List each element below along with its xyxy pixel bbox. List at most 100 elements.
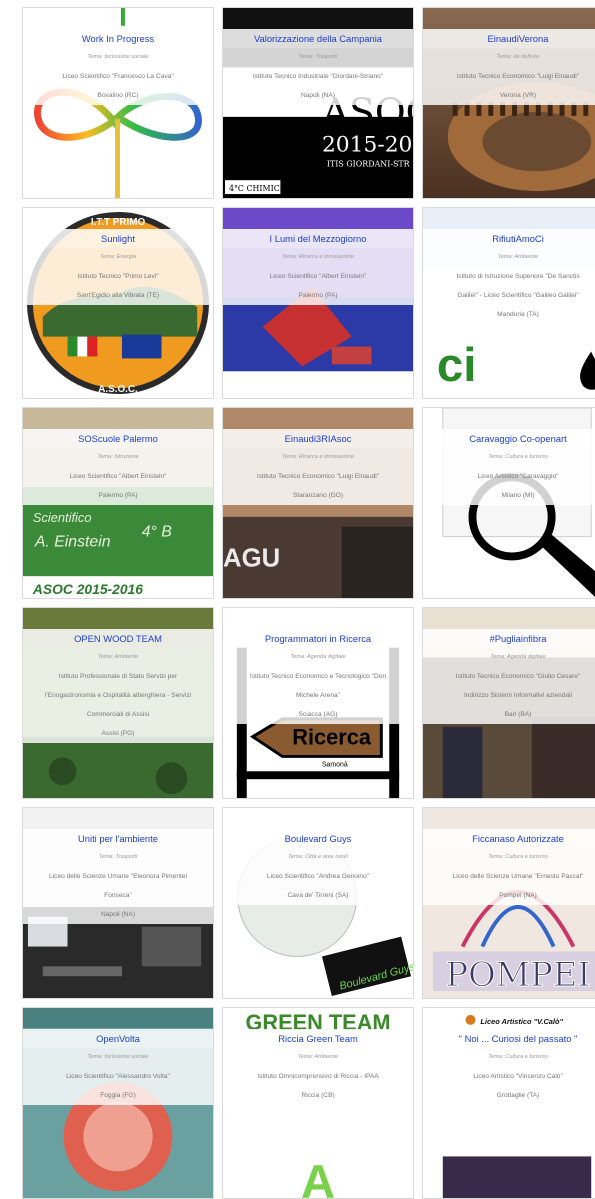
- project-theme: Tema: Agenda digitale: [423, 648, 595, 667]
- card-info: EinaudiVerona Tema: da definire Istituto T…: [423, 29, 595, 105]
- school-name: Fonseca": [23, 886, 213, 905]
- project-theme: Tema: Cultura e turismo: [423, 448, 595, 467]
- project-card[interactable]: Scientifico A. Einstein 4° B ASOC 2015-2…: [22, 407, 214, 599]
- card-info: Boulevard Guys Tema: Città e aree rurali L…: [223, 829, 413, 905]
- svg-text:A: A: [301, 1156, 335, 1198]
- school-name: Liceo Scientifico "Albert Einstein": [23, 467, 213, 486]
- card-info: RifiutiAmoCi Tema: Ambiente Istituto di Is…: [423, 229, 595, 324]
- project-card[interactable]: ci RifiutiAmoCi Tema: Ambiente Istituto di…: [422, 207, 595, 399]
- project-location: Bovalino (RC): [23, 86, 213, 105]
- project-card[interactable]: ASOC 2015-20 ITIS GIORDANI-STR 4°C CHIMI…: [222, 7, 414, 199]
- project-title[interactable]: Einaudi3RIAsoc: [223, 429, 413, 448]
- school-name: Galilei" - Liceo Scientifico "Galileo Ga…: [423, 286, 595, 305]
- card-info: Einaudi3RIAsoc Tema: Ricerca e innovazion…: [223, 429, 413, 505]
- project-card[interactable]: #Pugliainfibra Tema: Agenda digitale Istit…: [422, 607, 595, 799]
- project-title[interactable]: EinaudiVerona: [423, 29, 595, 48]
- project-card[interactable]: EinaudiVerona Tema: da definire Istituto T…: [422, 7, 595, 199]
- project-title[interactable]: Valorizzazione della Campania: [223, 29, 413, 48]
- project-card[interactable]: Uniti per l'ambiente Tema: Trasporti Liceo…: [22, 807, 214, 999]
- project-theme: Tema: Istruzione: [23, 448, 213, 467]
- school-name: Commerciali di Assisi: [23, 705, 213, 724]
- project-title[interactable]: Uniti per l'ambiente: [23, 829, 213, 848]
- project-location: Grottaglie (TA): [423, 1086, 595, 1105]
- project-location: Napoli (NA): [223, 86, 413, 105]
- project-card[interactable]: Boulevard Guys Boulevard Guys Tema: Città …: [222, 807, 414, 999]
- school-name: Liceo Scientifico "Andrea Genoino": [223, 867, 413, 886]
- project-theme: Tema: Cultura e turismo: [423, 1048, 595, 1067]
- project-card[interactable]: GREEN TEAM A Riccia Green Team Tema: Ambie…: [222, 1007, 414, 1199]
- school-name: Istituto Tecnico Industriale "Giordani-S…: [223, 67, 413, 86]
- school-name: Istituto Omnicomprensivo di Riccia - IPA…: [223, 1067, 413, 1086]
- project-title[interactable]: Programmatori in Ricerca: [223, 629, 413, 648]
- project-title[interactable]: Riccia Green Team: [223, 1029, 413, 1048]
- project-title[interactable]: Ficcanaso Autorizzate: [423, 829, 595, 848]
- svg-text:A.S.O.C.: A.S.O.C.: [98, 384, 138, 395]
- card-info: Valorizzazione della Campania Tema: Trasp…: [223, 29, 413, 105]
- project-location: Palermo (PA): [23, 486, 213, 505]
- svg-text:2015-20: 2015-20: [322, 132, 412, 157]
- project-card[interactable]: POMPEI Ficcanaso Autorizzate Tema: Cultura…: [422, 807, 595, 999]
- project-card[interactable]: Ricerca Samonà Programmatori in Ricerca Te…: [222, 607, 414, 799]
- svg-text:Ricerca: Ricerca: [292, 725, 372, 750]
- project-title[interactable]: Caravaggio Co-openart: [423, 429, 595, 448]
- card-info: OpenVolta Tema: Inclusione sociale Liceo S…: [23, 1029, 213, 1105]
- svg-text:AGU: AGU: [223, 544, 280, 572]
- project-title[interactable]: #Pugliainfibra: [423, 629, 595, 648]
- project-theme: Tema: Ricerca e innovazione: [223, 448, 413, 467]
- project-title[interactable]: Work In Progress: [23, 29, 213, 48]
- project-card[interactable]: Work In Progress Tema: Inclusione sociale…: [22, 7, 214, 199]
- svg-text:4°C CHIMICA: 4°C CHIMICA: [229, 184, 286, 193]
- card-info: I Lumi del Mezzogiorno Tema: Ricerca e in…: [223, 229, 413, 305]
- school-name: Liceo Artistico "Vincenzo Calò": [423, 1067, 595, 1086]
- project-card[interactable]: OPEN WOOD TEAM Tema: Ambiente Istituto Pro…: [22, 607, 214, 799]
- project-theme: Tema: da definire: [423, 48, 595, 67]
- school-name: Istituto di Istruzione Superiore "De San…: [423, 267, 595, 286]
- project-card[interactable]: I.T.T PRIMO A.S.O.C. Sunlight Tema: Energi…: [22, 207, 214, 399]
- project-title[interactable]: " Noi ... Curiosi del passato ": [423, 1029, 595, 1048]
- project-title[interactable]: SOScuole Palermo: [23, 429, 213, 448]
- card-info: Programmatori in Ricerca Tema: Agenda dig…: [223, 629, 413, 724]
- svg-text:Scientifico: Scientifico: [33, 510, 92, 525]
- school-name: l'Enogastronomia e Ospitalità alberghier…: [23, 686, 213, 705]
- card-info: Ficcanaso Autorizzate Tema: Cultura e tur…: [423, 829, 595, 905]
- project-card[interactable]: Liceo Artistico "V.Calò" " Noi ... Curio…: [422, 1007, 595, 1199]
- card-info: Sunlight Tema: Energia Istituto Tecnico "P…: [23, 229, 213, 305]
- card-info: #Pugliainfibra Tema: Agenda digitale Istit…: [423, 629, 595, 724]
- school-name: Michele Arena": [223, 686, 413, 705]
- card-info: SOScuole Palermo Tema: Istruzione Liceo Sc…: [23, 429, 213, 505]
- svg-text:ci: ci: [437, 339, 477, 392]
- project-theme: Tema: Energia: [23, 248, 213, 267]
- project-title[interactable]: Boulevard Guys: [223, 829, 413, 848]
- project-card[interactable]: Caravaggio Co-openart Tema: Cultura e tur…: [422, 407, 595, 599]
- project-location: Foggia (FG): [23, 1086, 213, 1105]
- school-name: Istituto Tecnico Economico e Tecnologico…: [223, 667, 413, 686]
- project-theme: Tema: Ambiente: [223, 1048, 413, 1067]
- project-location: Assisi (PG): [23, 724, 213, 743]
- project-location: Staranzano (GO): [223, 486, 413, 505]
- project-card[interactable]: OpenVolta Tema: Inclusione sociale Liceo S…: [22, 1007, 214, 1199]
- project-location: Palermo (PA): [223, 286, 413, 305]
- project-title[interactable]: OPEN WOOD TEAM: [23, 629, 213, 648]
- project-theme: Tema: Ricerca e innovazione: [223, 248, 413, 267]
- project-title[interactable]: RifiutiAmoCi: [423, 229, 595, 248]
- school-name: Istituto Professionale di Stato Servizi …: [23, 667, 213, 686]
- school-name: Liceo Scientifico "Albert Einstein": [223, 267, 413, 286]
- school-name: Liceo delle Scienze Umane "Ernesto Pasca…: [423, 867, 595, 886]
- project-theme: Tema: Inclusione sociale: [23, 48, 213, 67]
- school-name: Liceo Artistico "Caravaggio": [423, 467, 595, 486]
- project-card[interactable]: I Lumi del Mezzogiorno Tema: Ricerca e in…: [222, 207, 414, 399]
- project-card-grid: Work In Progress Tema: Inclusione sociale…: [0, 0, 595, 1199]
- svg-text:I.T.T PRIMO: I.T.T PRIMO: [91, 217, 146, 228]
- project-location: Riccia (CB): [223, 1086, 413, 1105]
- project-theme: Tema: Trasporti: [223, 48, 413, 67]
- project-theme: Tema: Agenda digitale: [223, 648, 413, 667]
- project-title[interactable]: Sunlight: [23, 229, 213, 248]
- project-location: Napoli (NA): [23, 905, 213, 924]
- svg-text:A. Einstein: A. Einstein: [34, 534, 111, 551]
- svg-text:Samonà: Samonà: [322, 761, 348, 768]
- project-title[interactable]: I Lumi del Mezzogiorno: [223, 229, 413, 248]
- project-title[interactable]: OpenVolta: [23, 1029, 213, 1048]
- project-card[interactable]: AGU Einaudi3RIAsoc Tema: Ricerca e innova…: [222, 407, 414, 599]
- project-theme: Tema: Ambiente: [423, 248, 595, 267]
- project-location: Pompei (NA): [423, 886, 595, 905]
